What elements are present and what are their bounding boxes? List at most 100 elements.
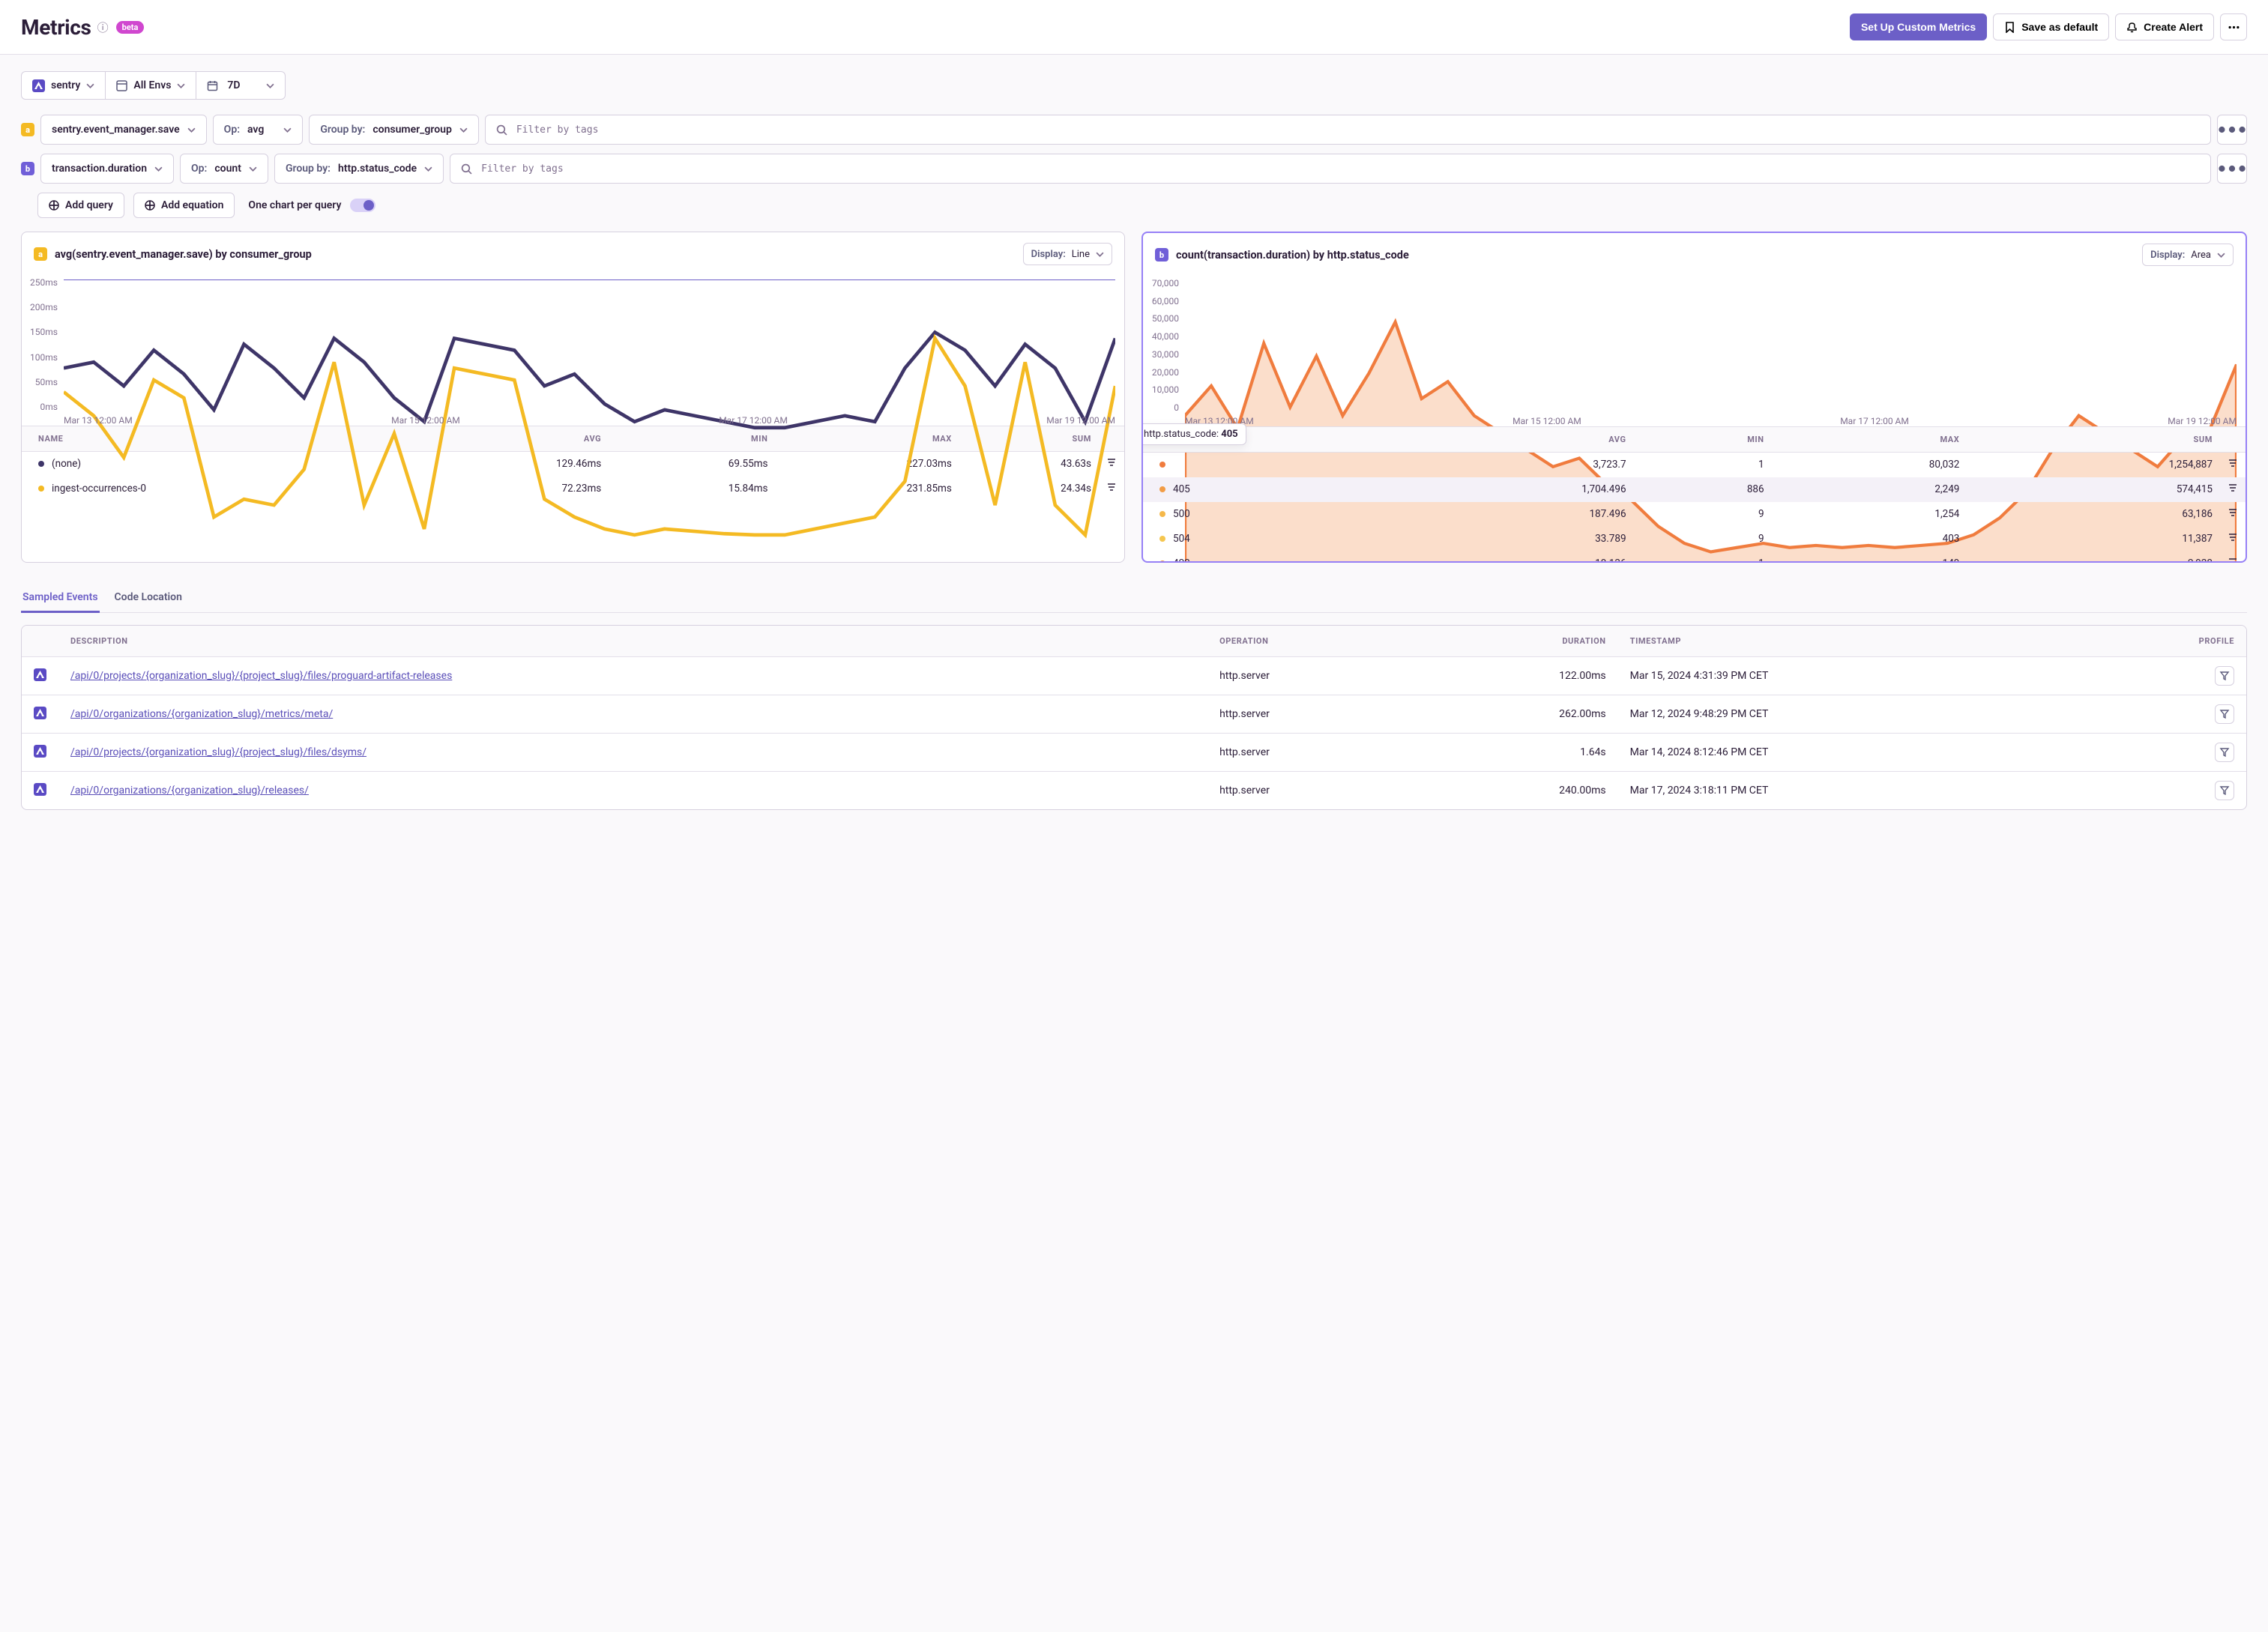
display-label-b: Display: bbox=[2150, 250, 2185, 261]
op-select-b[interactable]: Op: count bbox=[180, 154, 268, 184]
op-label-b: Op: bbox=[191, 163, 207, 175]
query-badge-b: b bbox=[21, 162, 34, 175]
metric-value-b: transaction.duration bbox=[52, 163, 147, 175]
event-row[interactable]: /api/0/projects/{organization_slug}/{pro… bbox=[22, 657, 2246, 695]
event-row[interactable]: /api/0/organizations/{organization_slug}… bbox=[22, 772, 2246, 810]
yaxis-a: 250ms200ms150ms100ms50ms0ms bbox=[22, 276, 62, 414]
chart-plot-b[interactable]: 70,00060,00050,00040,00030,00020,00010,0… bbox=[1143, 276, 2246, 426]
search-icon bbox=[461, 163, 472, 175]
display-value-b: Area bbox=[2191, 250, 2211, 261]
setup-custom-metrics-button[interactable]: Set Up Custom Metrics bbox=[1850, 13, 1987, 40]
op-value-a: avg bbox=[247, 124, 264, 136]
event-link[interactable]: /api/0/projects/{organization_slug}/{pro… bbox=[70, 746, 367, 758]
display-value-a: Line bbox=[1072, 249, 1090, 260]
filter-field-b[interactable] bbox=[480, 163, 2200, 175]
event-link[interactable]: /api/0/projects/{organization_slug}/{pro… bbox=[70, 670, 452, 682]
filter-field-a[interactable] bbox=[515, 124, 2200, 136]
profile-button[interactable] bbox=[2215, 743, 2234, 762]
table-row[interactable]: 50433.789940311,387 bbox=[1143, 527, 2246, 551]
col-timestamp: TIMESTAMP bbox=[1618, 626, 2078, 657]
col-operation: OPERATION bbox=[1207, 626, 1417, 657]
sentry-project-icon bbox=[32, 79, 45, 92]
tooltip: http.status_code: 405 bbox=[1141, 423, 1246, 445]
event-row[interactable]: /api/0/organizations/{organization_slug}… bbox=[22, 695, 2246, 734]
op-select-a[interactable]: Op: avg bbox=[213, 115, 304, 145]
event-link[interactable]: /api/0/organizations/{organization_slug}… bbox=[70, 708, 333, 720]
tabs: Sampled Events Code Location bbox=[21, 584, 2247, 613]
groupby-label-b: Group by: bbox=[286, 163, 331, 175]
save-default-label: Save as default bbox=[2021, 21, 2098, 33]
tooltip-label: http.status_code: bbox=[1144, 429, 1219, 440]
one-chart-toggle[interactable] bbox=[350, 199, 376, 212]
yaxis-b: 70,00060,00050,00040,00030,00020,00010,0… bbox=[1143, 276, 1183, 414]
col-description: DESCRIPTION bbox=[58, 626, 1207, 657]
help-icon[interactable]: ⓘ bbox=[97, 19, 109, 35]
col-duration: DURATION bbox=[1417, 626, 1618, 657]
query-badge-a: a bbox=[21, 123, 34, 136]
profile-button[interactable] bbox=[2215, 781, 2234, 800]
legend-table-b: NAMEAVGMINMAXSUM 3,723.7180,0321,254,887… bbox=[1143, 427, 2246, 561]
chart-card-a: a avg(sentry.event_manager.save) by cons… bbox=[21, 232, 1125, 563]
project-select[interactable]: sentry bbox=[21, 71, 106, 100]
chart-plot-a[interactable]: 250ms200ms150ms100ms50ms0ms Mar 13 12:00… bbox=[22, 276, 1124, 426]
overflow-button[interactable] bbox=[2220, 13, 2247, 40]
query-more-a[interactable] bbox=[2217, 115, 2247, 145]
events-table: DESCRIPTION OPERATION DURATION TIMESTAMP… bbox=[21, 625, 2247, 810]
window-icon bbox=[116, 80, 127, 91]
display-select-a[interactable]: Display: Line bbox=[1023, 243, 1112, 265]
add-query-button[interactable]: Add query bbox=[37, 193, 124, 218]
sentry-project-icon bbox=[34, 745, 46, 758]
filter-input-b[interactable] bbox=[450, 154, 2211, 184]
col-profile: PROFILE bbox=[2078, 626, 2246, 657]
chart-title-b: count(transaction.duration) by http.stat… bbox=[1176, 249, 1409, 262]
beta-badge: beta bbox=[116, 21, 145, 34]
groupby-select-b[interactable]: Group by: http.status_code bbox=[274, 154, 444, 184]
sentry-project-icon bbox=[34, 783, 46, 796]
query-row-b: b transaction.duration Op: count Group b… bbox=[21, 154, 2247, 184]
table-row[interactable]: 500187.49691,25463,186 bbox=[1143, 502, 2246, 527]
one-chart-label: One chart per query bbox=[248, 199, 341, 211]
sentry-project-icon bbox=[34, 668, 46, 681]
op-label-a: Op: bbox=[224, 124, 240, 136]
profile-button[interactable] bbox=[2215, 666, 2234, 686]
event-row[interactable]: /api/0/projects/{organization_slug}/{pro… bbox=[22, 734, 2246, 772]
tab-sampled-events[interactable]: Sampled Events bbox=[21, 584, 100, 613]
environment-value: All Envs bbox=[133, 79, 171, 91]
display-select-b[interactable]: Display: Area bbox=[2142, 244, 2234, 266]
add-equation-button[interactable]: Add equation bbox=[133, 193, 235, 218]
groupby-value-b: http.status_code bbox=[338, 163, 417, 175]
table-row[interactable]: 4051,704.4968862,249574,415 bbox=[1143, 477, 2246, 502]
profile-button[interactable] bbox=[2215, 704, 2234, 724]
add-equation-label: Add equation bbox=[161, 199, 223, 211]
metric-select-b[interactable]: transaction.duration bbox=[40, 154, 174, 184]
query-row-a: a sentry.event_manager.save Op: avg Grou… bbox=[21, 115, 2247, 145]
daterange-select[interactable]: 7D bbox=[196, 71, 285, 100]
add-query-label: Add query bbox=[65, 199, 113, 211]
event-link[interactable]: /api/0/organizations/{organization_slug}… bbox=[70, 785, 309, 797]
table-row[interactable]: 3,723.7180,0321,254,887 bbox=[1143, 453, 2246, 477]
op-value-b: count bbox=[214, 163, 241, 175]
tooltip-value: 405 bbox=[1221, 429, 1237, 440]
calendar-icon bbox=[207, 80, 218, 91]
filter-input-a[interactable] bbox=[485, 115, 2211, 145]
xaxis-b: Mar 13 12:00 AMMar 15 12:00 AMMar 17 12:… bbox=[1185, 416, 2237, 426]
save-default-button[interactable]: Save as default bbox=[1993, 13, 2109, 40]
chart-badge-a: a bbox=[34, 247, 47, 261]
query-more-b[interactable] bbox=[2217, 154, 2247, 184]
metric-select-a[interactable]: sentry.event_manager.save bbox=[40, 115, 207, 145]
environment-select[interactable]: All Envs bbox=[106, 71, 196, 100]
groupby-select-a[interactable]: Group by: consumer_group bbox=[309, 115, 479, 145]
xaxis-a: Mar 13 12:00 AMMar 15 12:00 AMMar 17 12:… bbox=[64, 415, 1115, 426]
table-row[interactable]: 42218.13611492,938 bbox=[1143, 551, 2246, 562]
filter-bar: sentry All Envs 7D bbox=[21, 71, 2247, 100]
groupby-label-a: Group by: bbox=[320, 124, 365, 136]
tab-code-location[interactable]: Code Location bbox=[113, 584, 184, 612]
page-title: Metrics bbox=[21, 15, 91, 40]
sentry-project-icon bbox=[34, 707, 46, 719]
chart-title-a: avg(sentry.event_manager.save) by consum… bbox=[55, 248, 312, 261]
display-label-a: Display: bbox=[1031, 249, 1066, 260]
page-header: Metrics ⓘ beta Set Up Custom Metrics Sav… bbox=[0, 0, 2268, 55]
daterange-value: 7D bbox=[227, 79, 240, 91]
search-icon bbox=[496, 124, 507, 136]
create-alert-button[interactable]: Create Alert bbox=[2115, 13, 2214, 40]
